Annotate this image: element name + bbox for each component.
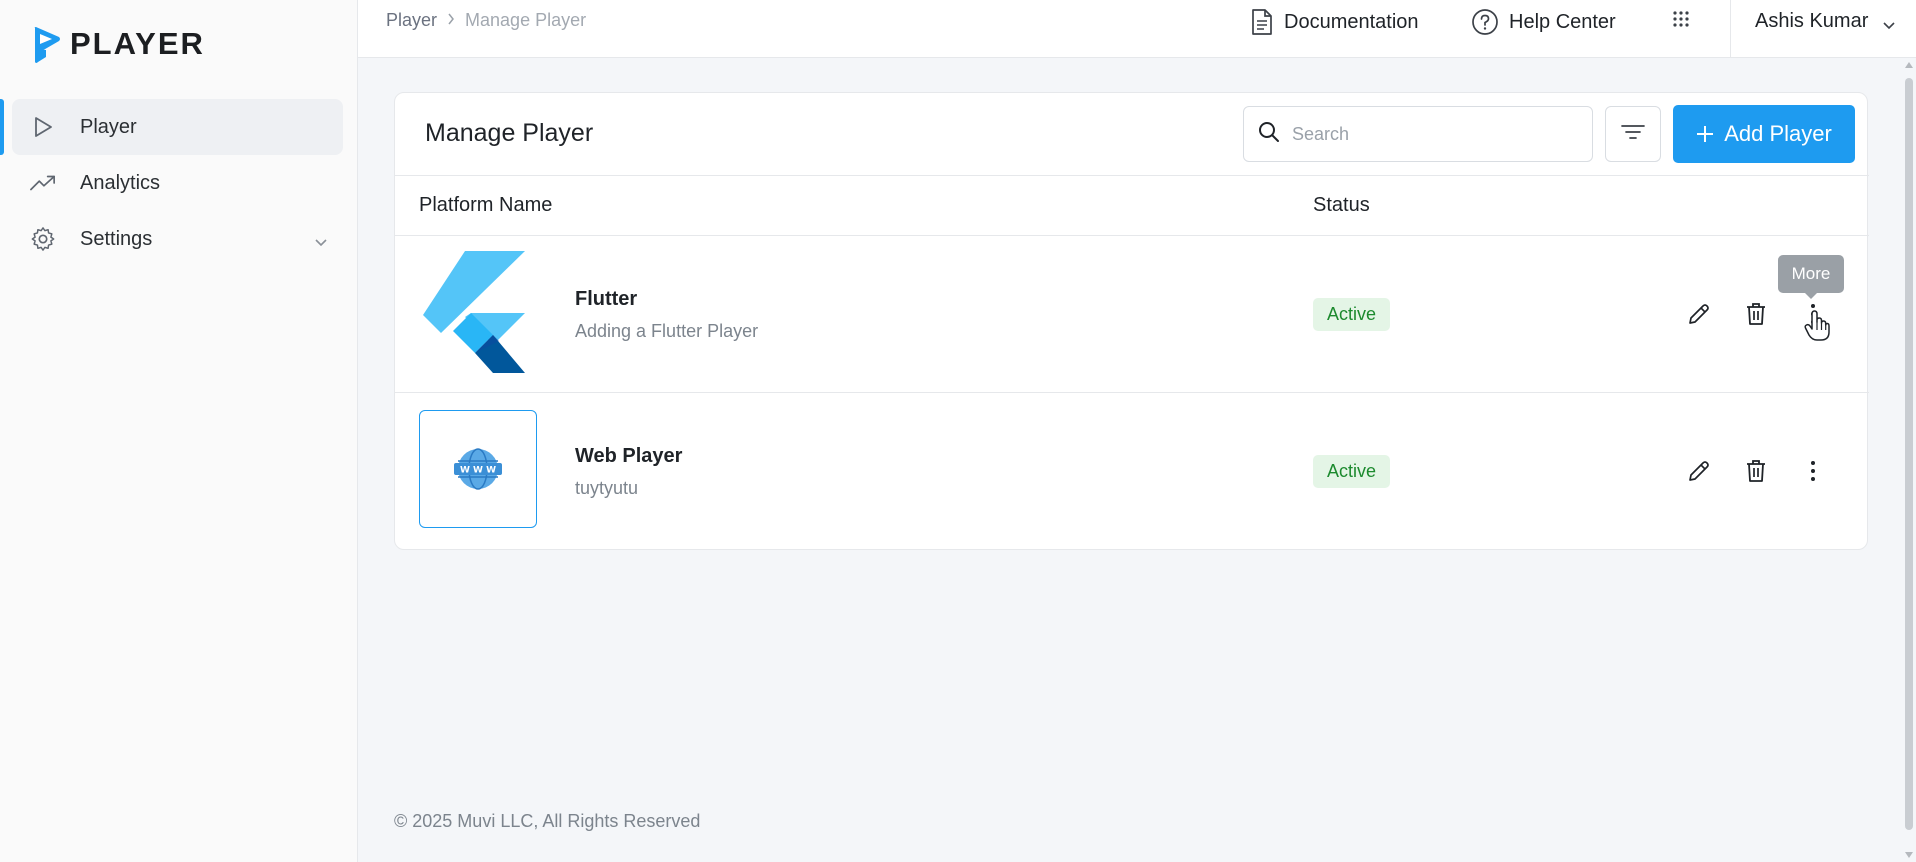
sidebar-item-label: Analytics bbox=[80, 171, 161, 194]
search-field[interactable] bbox=[1243, 106, 1593, 162]
table-row: Flutter Adding a Flutter Player Active bbox=[395, 236, 1869, 393]
sidebar: PLAYER Player Analytics Settings bbox=[0, 0, 358, 862]
row-actions bbox=[1685, 300, 1856, 328]
help-center-link[interactable]: Help Center bbox=[1471, 8, 1616, 36]
player-description: tuytyutu bbox=[575, 478, 639, 498]
player-name: Flutter bbox=[575, 288, 638, 310]
table-row: W W W Web Player tuytyutu Active bbox=[395, 393, 1869, 550]
scroll-down-icon[interactable] bbox=[1905, 852, 1913, 858]
trending-up-icon bbox=[30, 170, 56, 196]
apps-grid-icon[interactable] bbox=[1672, 10, 1690, 34]
filter-button[interactable] bbox=[1605, 106, 1661, 162]
chevron-down-icon[interactable] bbox=[314, 231, 328, 254]
sidebar-item-label: Settings bbox=[80, 227, 153, 250]
manage-player-card: Manage Player Add Player Platform Name S… bbox=[394, 92, 1869, 550]
documentation-label: Documentation bbox=[1284, 10, 1419, 33]
delete-icon[interactable] bbox=[1742, 300, 1770, 328]
footer-copyright: © 2025 Muvi LLC, All Rights Reserved bbox=[394, 811, 701, 831]
hand-cursor-icon bbox=[1804, 310, 1830, 347]
sidebar-item-settings[interactable]: Settings bbox=[0, 211, 358, 267]
top-bar: Player Manage Player Documentation Help … bbox=[358, 0, 1916, 58]
player-name: Web Player bbox=[575, 445, 683, 467]
brand-logo[interactable]: PLAYER bbox=[32, 24, 205, 64]
play-icon bbox=[30, 114, 56, 140]
row-actions bbox=[1685, 457, 1856, 485]
scrollbar-thumb[interactable] bbox=[1905, 78, 1913, 830]
add-player-label: Add Player bbox=[1724, 121, 1832, 146]
breadcrumb-item-current: Manage Player bbox=[465, 10, 587, 30]
brand-name: PLAYER bbox=[70, 26, 205, 61]
status-badge: Active bbox=[1313, 298, 1391, 331]
more-tooltip: More bbox=[1778, 255, 1844, 299]
user-menu[interactable]: Ashis Kumar bbox=[1730, 0, 1916, 58]
add-player-button[interactable]: Add Player bbox=[1673, 105, 1855, 163]
edit-icon[interactable] bbox=[1685, 457, 1713, 485]
documentation-link-wrap: Documentation bbox=[1250, 0, 1419, 44]
user-name: Ashis Kumar bbox=[1755, 10, 1869, 32]
search-icon bbox=[1258, 121, 1280, 148]
www-globe-icon: W W W bbox=[419, 410, 537, 528]
gear-icon bbox=[30, 226, 56, 252]
help-center-label: Help Center bbox=[1509, 10, 1616, 33]
document-icon bbox=[1252, 9, 1272, 35]
chevron-down-icon bbox=[1882, 14, 1896, 37]
table-header: Platform Name Status bbox=[395, 175, 1869, 236]
filter-icon bbox=[1621, 124, 1645, 145]
apps-wrap bbox=[1672, 0, 1690, 44]
delete-icon[interactable] bbox=[1742, 457, 1770, 485]
player-description: Adding a Flutter Player bbox=[575, 321, 759, 341]
svg-text:W W W: W W W bbox=[460, 466, 496, 476]
breadcrumb: Player Manage Player bbox=[386, 10, 586, 31]
page-scrollbar[interactable] bbox=[1902, 58, 1916, 862]
breadcrumb-item-player[interactable]: Player bbox=[386, 10, 437, 31]
status-badge: Active bbox=[1313, 455, 1391, 488]
page-title: Manage Player bbox=[425, 119, 594, 147]
sidebar-item-player[interactable]: Player bbox=[0, 99, 343, 155]
column-status: Status bbox=[1313, 194, 1370, 216]
edit-icon[interactable] bbox=[1685, 300, 1713, 328]
sidebar-nav: Player Analytics Settings bbox=[0, 99, 358, 267]
search-input[interactable] bbox=[1292, 123, 1572, 145]
plus-icon bbox=[1696, 121, 1714, 147]
player-logo-icon bbox=[34, 27, 60, 63]
flutter-logo bbox=[419, 251, 537, 373]
help-link-wrap: Help Center bbox=[1471, 0, 1616, 44]
column-platform-name: Platform Name bbox=[419, 194, 553, 216]
more-options-icon[interactable] bbox=[1799, 457, 1827, 485]
sidebar-item-analytics[interactable]: Analytics bbox=[0, 155, 358, 211]
documentation-link[interactable]: Documentation bbox=[1250, 8, 1419, 36]
scroll-up-icon[interactable] bbox=[1905, 62, 1913, 68]
help-icon bbox=[1472, 9, 1498, 35]
sidebar-item-label: Player bbox=[80, 115, 137, 138]
chevron-right-icon bbox=[447, 12, 455, 30]
